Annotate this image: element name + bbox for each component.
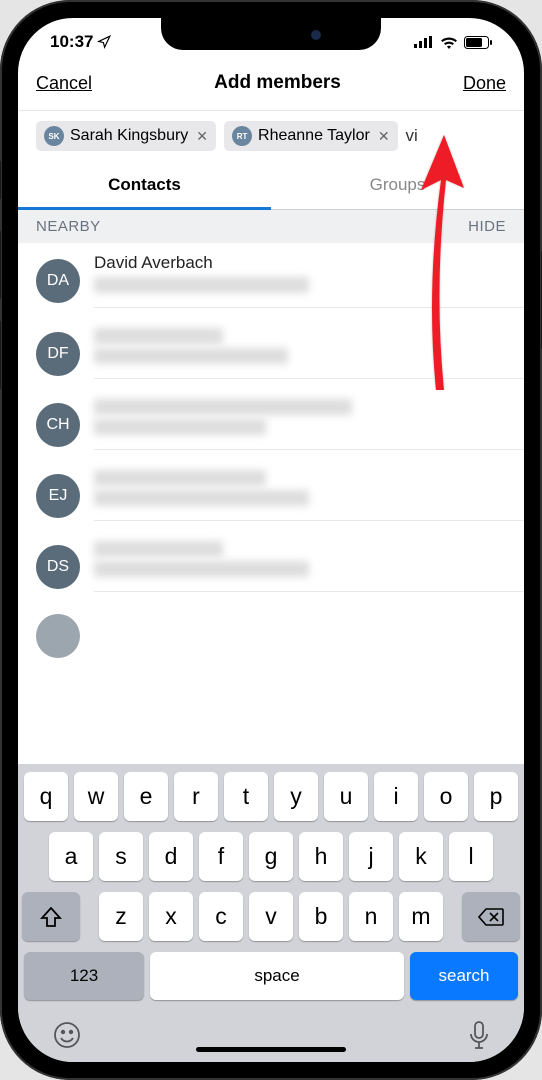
search-key[interactable]: search xyxy=(410,952,518,1000)
blurred-detail xyxy=(94,348,288,364)
tab-groups[interactable]: Groups xyxy=(271,161,524,209)
blurred-name xyxy=(94,541,223,557)
key-o[interactable]: o xyxy=(424,772,468,821)
chip-label: Rheanne Taylor xyxy=(258,127,370,145)
chip-avatar: SK xyxy=(44,126,64,146)
avatar: EJ xyxy=(36,474,80,518)
blurred-detail xyxy=(94,561,309,577)
cancel-button[interactable]: Cancel xyxy=(36,73,92,94)
page-title: Add members xyxy=(214,72,341,94)
key-i[interactable]: i xyxy=(374,772,418,821)
keyboard: qwertyuiop asdfghjkl zxcvbnm 123 space s… xyxy=(18,764,524,1062)
shift-icon xyxy=(40,907,62,927)
avatar: DF xyxy=(36,332,80,376)
cellular-icon xyxy=(414,36,434,48)
avatar: DA xyxy=(36,259,80,303)
key-b[interactable]: b xyxy=(299,892,343,941)
notch xyxy=(161,18,381,50)
key-l[interactable]: l xyxy=(449,832,493,881)
blurred-detail xyxy=(94,490,309,506)
key-d[interactable]: d xyxy=(149,832,193,881)
key-h[interactable]: h xyxy=(299,832,343,881)
done-button[interactable]: Done xyxy=(463,73,506,94)
contact-name: David Averbach xyxy=(94,253,524,273)
numeric-key[interactable]: 123 xyxy=(24,952,144,1000)
key-y[interactable]: y xyxy=(274,772,318,821)
section-title: NEARBY xyxy=(36,218,101,235)
blurred-detail xyxy=(94,419,266,435)
contact-row[interactable]: DA David Averbach xyxy=(36,243,524,318)
remove-chip-icon[interactable]: ✕ xyxy=(194,128,208,145)
key-p[interactable]: p xyxy=(474,772,518,821)
key-r[interactable]: r xyxy=(174,772,218,821)
key-u[interactable]: u xyxy=(324,772,368,821)
key-x[interactable]: x xyxy=(149,892,193,941)
member-chip[interactable]: SK Sarah Kingsbury ✕ xyxy=(36,121,216,151)
key-s[interactable]: s xyxy=(99,832,143,881)
key-f[interactable]: f xyxy=(199,832,243,881)
input-text-tail[interactable]: vi xyxy=(406,126,418,146)
key-g[interactable]: g xyxy=(249,832,293,881)
mic-icon[interactable] xyxy=(468,1020,490,1050)
remove-chip-icon[interactable]: ✕ xyxy=(376,128,390,145)
nav-bar: Cancel Add members Done xyxy=(18,58,524,111)
status-time: 10:37 xyxy=(50,32,93,52)
key-n[interactable]: n xyxy=(349,892,393,941)
battery-icon xyxy=(464,36,492,49)
contact-row[interactable]: DS xyxy=(36,531,524,602)
contact-row[interactable] xyxy=(36,602,524,670)
wifi-icon xyxy=(440,36,458,49)
blurred-name xyxy=(94,470,266,486)
space-key[interactable]: space xyxy=(150,952,404,1000)
emoji-icon[interactable] xyxy=(52,1020,82,1050)
backspace-icon xyxy=(478,908,504,926)
contact-row[interactable]: CH xyxy=(36,389,524,460)
blurred-detail xyxy=(94,277,309,293)
key-k[interactable]: k xyxy=(399,832,443,881)
home-indicator[interactable] xyxy=(196,1047,346,1052)
key-z[interactable]: z xyxy=(99,892,143,941)
key-m[interactable]: m xyxy=(399,892,443,941)
tab-contacts[interactable]: Contacts xyxy=(18,161,271,209)
location-icon xyxy=(97,35,111,49)
chip-label: Sarah Kingsbury xyxy=(70,127,188,145)
contact-row[interactable]: DF xyxy=(36,318,524,389)
key-t[interactable]: t xyxy=(224,772,268,821)
key-c[interactable]: c xyxy=(199,892,243,941)
section-header: NEARBY HIDE xyxy=(18,210,524,243)
shift-key[interactable] xyxy=(22,892,80,941)
tabs: Contacts Groups xyxy=(18,161,524,210)
selected-members-row: SK Sarah Kingsbury ✕ RT Rheanne Taylor ✕… xyxy=(18,111,524,161)
hide-button[interactable]: HIDE xyxy=(468,218,506,235)
contact-row[interactable]: EJ xyxy=(36,460,524,531)
key-q[interactable]: q xyxy=(24,772,68,821)
backspace-key[interactable] xyxy=(462,892,520,941)
contact-list[interactable]: DA David Averbach DF CH xyxy=(18,243,524,764)
key-e[interactable]: e xyxy=(124,772,168,821)
blurred-name xyxy=(94,399,352,415)
avatar xyxy=(36,614,80,658)
key-w[interactable]: w xyxy=(74,772,118,821)
blurred-name xyxy=(94,328,223,344)
avatar: DS xyxy=(36,545,80,589)
avatar: CH xyxy=(36,403,80,447)
chip-avatar: RT xyxy=(232,126,252,146)
member-chip[interactable]: RT Rheanne Taylor ✕ xyxy=(224,121,398,151)
key-j[interactable]: j xyxy=(349,832,393,881)
key-v[interactable]: v xyxy=(249,892,293,941)
key-a[interactable]: a xyxy=(49,832,93,881)
